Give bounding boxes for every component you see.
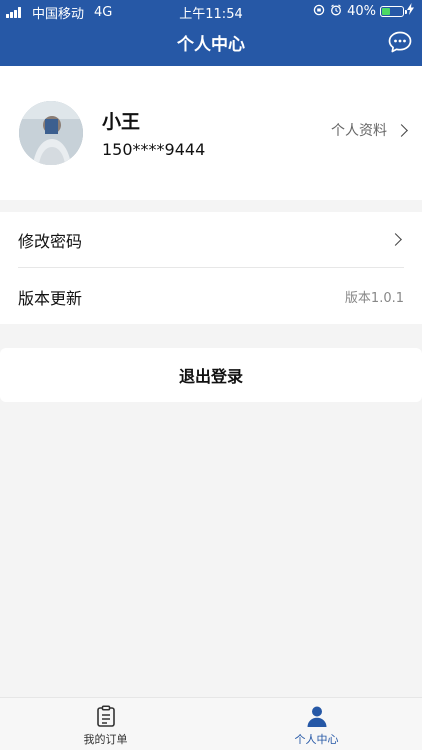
- row-right: 版本1.0.1: [345, 287, 404, 306]
- user-phone: 150****9444: [102, 140, 206, 159]
- tab-profile-center[interactable]: 个人中心: [211, 698, 422, 750]
- orientation-lock-icon: [313, 4, 325, 19]
- profile-details-label: 个人资料: [331, 123, 387, 139]
- chevron-right-icon: [395, 123, 408, 137]
- tab-label: 我的订单: [83, 733, 128, 746]
- status-right: 40%: [313, 3, 414, 19]
- logout-button[interactable]: 退出登录: [0, 348, 422, 402]
- status-bar: 中国移动 4G 上午11:54 40%: [0, 0, 422, 22]
- person-icon: [307, 706, 326, 727]
- tab-my-orders[interactable]: 我的订单: [0, 698, 211, 750]
- version-value: 版本1.0.1: [344, 291, 404, 306]
- change-password-row[interactable]: 修改密码: [18, 212, 404, 268]
- user-name: 小王: [102, 111, 141, 133]
- battery-percent: 40%: [347, 3, 376, 19]
- app-header: 中国移动 4G 上午11:54 40% 个人中心: [0, 0, 422, 66]
- battery-icon: [380, 5, 407, 17]
- change-password-label: 修改密码: [18, 231, 83, 251]
- screen: 中国移动 4G 上午11:54 40% 个人中心 小王 150****9444 …: [0, 0, 422, 750]
- charging-icon: [407, 3, 414, 19]
- avatar[interactable]: [19, 101, 83, 165]
- settings-list: 修改密码 版本更新 版本1.0.1: [0, 212, 422, 324]
- chevron-right-icon: [389, 233, 402, 246]
- version-update-row[interactable]: 版本更新 版本1.0.1: [18, 269, 404, 324]
- battery-fill: [382, 7, 390, 15]
- version-update-label: 版本更新: [18, 288, 83, 308]
- chat-bubble-icon[interactable]: [388, 31, 412, 53]
- clipboard-icon: [96, 705, 115, 727]
- tab-bar: 我的订单 个人中心: [0, 697, 422, 750]
- profile-card[interactable]: 小王 150****9444 个人资料: [0, 66, 422, 200]
- profile-details-link[interactable]: 个人资料: [331, 120, 408, 140]
- page-title: 个人中心: [177, 35, 245, 55]
- alarm-icon: [330, 4, 342, 19]
- tab-label: 个人中心: [294, 733, 339, 746]
- row-right: [381, 233, 404, 246]
